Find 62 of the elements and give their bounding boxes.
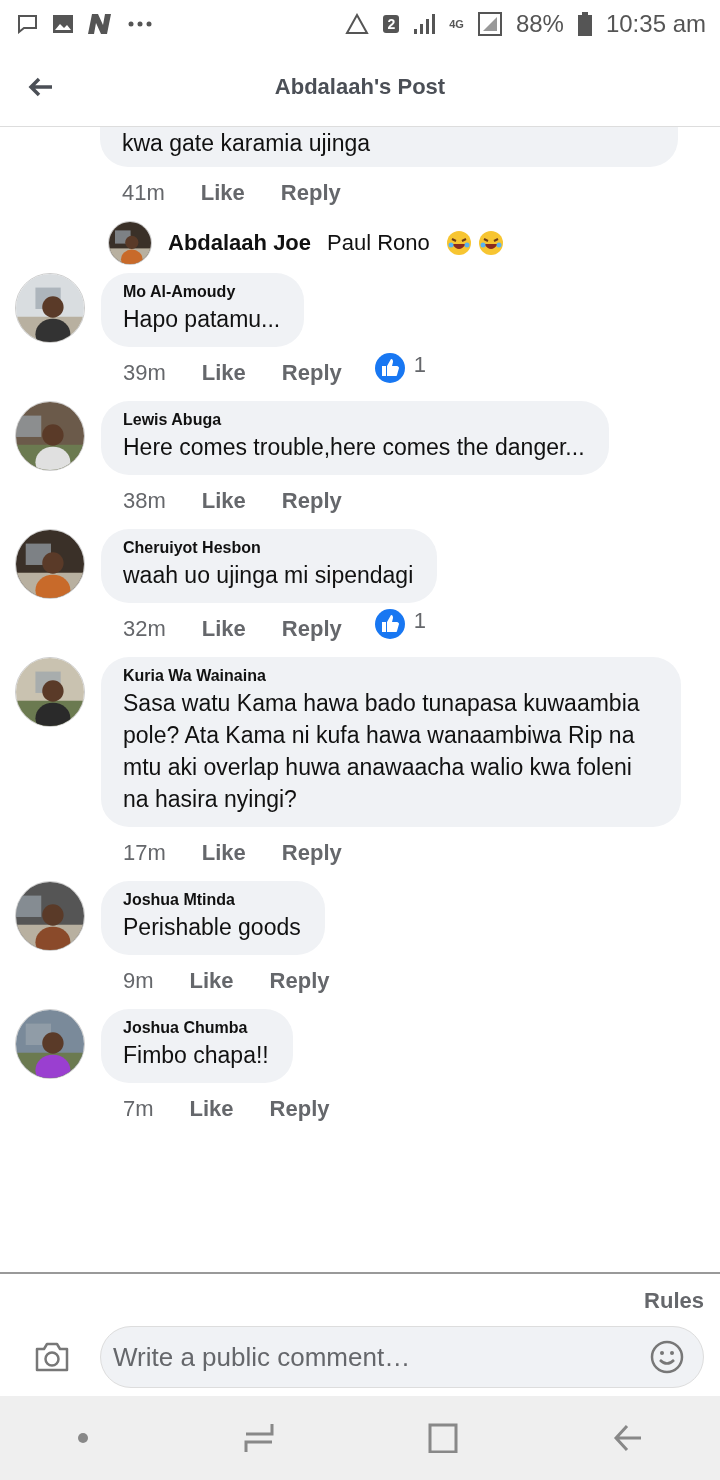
comment-text: Hapo patamu... [123,305,281,334]
comment-text: waah uo ujinga mi sipendagi [123,561,414,590]
comment-text: kwa gate karamia ujinga [122,129,372,158]
signal-icon [413,13,436,35]
reply-link[interactable]: Reply [281,360,342,386]
comment-author[interactable]: Joshua Mtinda [123,891,301,909]
page-title: Abdalaah's Post [273,74,447,100]
like-link[interactable]: Like [201,360,246,386]
comment-text: Sasa watu Kama hawa bado tunapasa kuwaambia pole? Ata Kama ni kufa hawa wanaambiwa Rip na mtu aki overlap huwa anawaacha walio kwa foleni na hasira nyingi? [123,689,641,814]
more-icon [128,21,152,27]
like-count: 1 [413,608,426,634]
reply-text: Paul Rono [327,230,430,256]
like-count: 1 [413,352,426,378]
sim-badge: 2 [383,15,400,33]
like-link[interactable]: Like [189,1096,234,1122]
clock: 10:35 am [605,10,706,38]
reply-author[interactable]: Abdalaah Joe [168,230,312,256]
comment-text: Here comes trouble,here comes the danger... [123,433,585,462]
like-reaction-icon [373,608,406,640]
comment-input-field[interactable]: Write a public comment… [100,1326,704,1388]
comment-time: 17m [123,840,166,866]
comment-time: 39m [123,360,166,386]
camera-icon[interactable] [34,1341,70,1373]
rules-link[interactable]: Rules [644,1288,704,1314]
avatar[interactable] [108,221,152,265]
battery-percentage: 88% [515,10,564,38]
like-link[interactable]: Like [201,616,246,642]
like-link[interactable]: Like [189,968,234,994]
battery-icon [577,12,592,36]
comment-author[interactable]: Cheruiyot Hesbon [123,539,414,557]
like-link[interactable]: Like [201,840,246,866]
back-icon[interactable] [28,77,54,97]
reply-link[interactable]: Reply [269,1096,330,1122]
comment-time: 32m [123,616,166,642]
emoji-icon[interactable] [650,1340,684,1374]
recent-apps-icon[interactable] [243,1423,274,1453]
comment-author[interactable]: Lewis Abuga [123,411,585,429]
reply-link[interactable]: Reply [281,840,342,866]
comment-time: 9m [123,968,154,994]
comment-time: 7m [123,1096,154,1122]
reply-link[interactable]: Reply [281,616,342,642]
reply-link[interactable]: Reply [281,488,342,514]
like-link[interactable]: Like [201,488,246,514]
signal-icon [477,12,502,36]
network-type: 4G [449,18,464,30]
like-link[interactable]: Like [200,180,245,206]
comment-author[interactable]: Joshua Chumba [123,1019,269,1037]
reply-link[interactable]: Reply [269,968,330,994]
comment-text: Perishable goods [123,913,301,942]
comment-time: 38m [123,488,166,514]
reply-link[interactable]: Reply [280,180,341,206]
app-logo-icon [88,14,114,34]
home-icon[interactable] [428,1423,459,1453]
comment-time: 41m [122,180,165,206]
dot-icon[interactable] [77,1432,90,1444]
comment-text: Fimbo chapa!! [123,1041,269,1070]
image-icon [52,14,74,34]
comment-author[interactable]: Mo Al-Amoudy [123,283,281,301]
laughing-emoji-icon [445,230,504,256]
like-reaction-icon [373,352,406,384]
comment-author[interactable]: Kuria Wa Wainaina [123,667,657,685]
message-icon [16,14,38,34]
